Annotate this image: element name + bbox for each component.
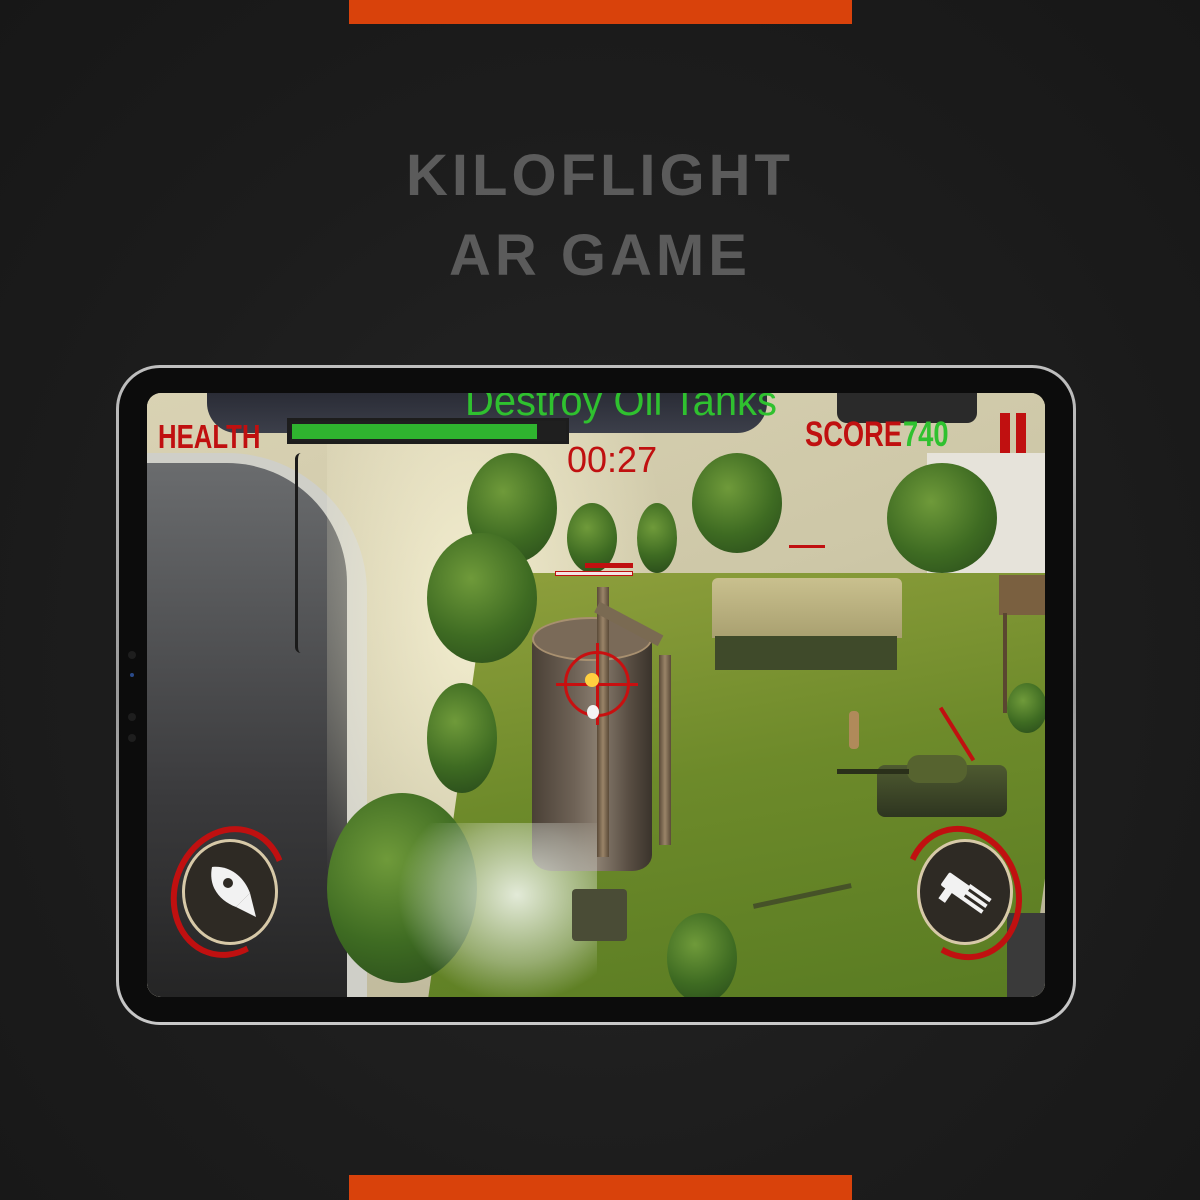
tree <box>667 913 737 997</box>
score-label: SCORE <box>805 415 903 454</box>
rocket-icon <box>211 866 256 917</box>
tablet-sensor <box>128 734 136 742</box>
watchtower-leg <box>1003 613 1007 713</box>
pause-icon <box>999 413 1029 455</box>
top-accent-bar <box>349 0 852 24</box>
smoke-plume <box>397 823 597 997</box>
tree <box>1007 683 1045 733</box>
game-viewport[interactable]: HEALTH Destroy Oil Tanks 00:27 SCORE 740 <box>147 393 1045 997</box>
minigun-icon <box>938 872 992 914</box>
fire-missile-button[interactable] <box>152 809 306 975</box>
tree <box>887 463 997 573</box>
enemy-tank-barrel <box>837 769 909 774</box>
muzzle-flash <box>585 673 599 687</box>
watchtower <box>999 575 1045 615</box>
cable <box>295 453 307 653</box>
tree <box>427 683 497 793</box>
page-title-line2: AR GAME <box>449 223 751 288</box>
enemy-tank-turret <box>907 755 967 783</box>
pause-button[interactable] <box>999 413 1029 455</box>
target-health-bar <box>585 563 633 568</box>
tablet-camera <box>128 713 136 721</box>
enemy-soldier <box>849 711 859 749</box>
tree <box>427 533 537 663</box>
health-bar-fill <box>292 424 537 439</box>
target-health-bar <box>555 571 633 576</box>
tablet-sensor <box>128 651 136 659</box>
army-truck <box>572 889 627 941</box>
fire-minigun-button[interactable] <box>886 810 1040 976</box>
tree <box>637 503 677 573</box>
tree <box>692 453 782 553</box>
oil-tank-pipe <box>659 655 671 845</box>
countdown-timer: 00:27 <box>567 439 658 480</box>
tablet-sensor <box>130 673 134 677</box>
army-tent <box>712 578 902 638</box>
projectile <box>587 705 599 719</box>
objective-text: Destroy Oil Tanks <box>465 393 777 424</box>
enemy-marker <box>789 545 825 548</box>
bottom-accent-bar <box>349 1175 852 1200</box>
page-title-line1: KILOFLIGHT <box>406 143 794 208</box>
army-tent-base <box>715 636 897 670</box>
score-value: 740 <box>903 415 949 454</box>
health-label: HEALTH <box>158 418 261 455</box>
